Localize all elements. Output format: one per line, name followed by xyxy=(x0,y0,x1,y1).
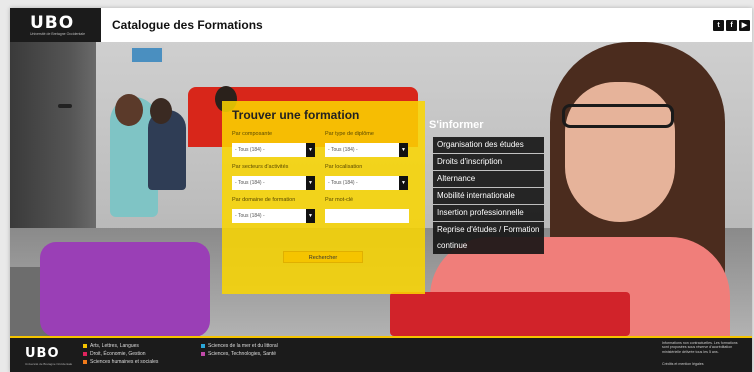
twitter-icon[interactable]: t xyxy=(713,20,724,31)
footer-category-mer[interactable]: Sciences de la mer et du littoral xyxy=(201,343,278,350)
chevron-down-icon: ▼ xyxy=(399,143,408,157)
category-color-marker xyxy=(83,343,87,348)
footer-category-arts[interactable]: Arts, Lettres, Langues xyxy=(83,343,139,350)
background-screen xyxy=(130,46,164,64)
footer-logo-subtitle: Université de Bretagne Occidentale xyxy=(25,362,73,366)
door-handle xyxy=(58,104,72,108)
chevron-down-icon: ▼ xyxy=(399,176,408,190)
background-person-head xyxy=(150,98,172,124)
type-diplome-value: - Tous (184) - xyxy=(328,147,358,153)
secteurs-label: Par secteurs d'activités xyxy=(232,164,289,170)
domaine-label: Par domaine de formation xyxy=(232,197,296,203)
footer-logo[interactable]: UBO xyxy=(25,346,60,361)
footer-category-droit[interactable]: Droit, Économie, Gestion xyxy=(83,351,146,358)
background-person-head xyxy=(115,94,143,126)
informer-item-organisation[interactable]: Organisation des études xyxy=(433,137,544,153)
site-footer: UBO Université de Bretagne Occidentale A… xyxy=(10,336,752,372)
localisation-select[interactable]: - Tous (184) - ▼ xyxy=(325,176,408,190)
site-header: UBO Université de Bretagne Occidentale C… xyxy=(10,8,752,42)
youtube-icon[interactable]: ▶ xyxy=(739,20,750,31)
informer-title: S'informer xyxy=(429,119,484,131)
type-diplome-label: Par type de diplôme xyxy=(325,131,374,137)
logo-subtitle: Université de Bretagne Occidentale xyxy=(30,32,86,36)
chevron-down-icon: ▼ xyxy=(306,143,315,157)
background-purple-seat xyxy=(40,242,210,336)
category-color-marker xyxy=(83,359,87,364)
domaine-value: - Tous (184) - xyxy=(235,213,265,219)
category-label: Sciences humaines et sociales xyxy=(90,359,159,365)
mot-cle-label: Par mot-clé xyxy=(325,197,354,203)
category-label: Sciences de la mer et du littoral xyxy=(208,343,278,349)
localisation-label: Par localisation xyxy=(325,164,363,170)
secteurs-value: - Tous (184) - xyxy=(235,180,265,186)
page-title: Catalogue des Formations xyxy=(112,18,263,32)
category-color-marker xyxy=(201,351,205,356)
search-panel: Trouver une formation Par composante - T… xyxy=(222,101,425,294)
background-person xyxy=(148,110,186,190)
informer-item-droits[interactable]: Droits d'inscription xyxy=(433,154,544,170)
category-label: Droit, Économie, Gestion xyxy=(90,351,146,357)
domaine-select[interactable]: - Tous (184) - ▼ xyxy=(232,209,315,223)
search-button[interactable]: Rechercher xyxy=(283,251,363,263)
footer-legal-link[interactable]: Crédits et mention légales xyxy=(662,362,704,366)
laptop xyxy=(390,292,630,336)
category-label: Arts, Lettres, Langues xyxy=(90,343,139,349)
facebook-icon[interactable]: f xyxy=(726,20,737,31)
composante-select[interactable]: - Tous (184) - ▼ xyxy=(232,143,315,157)
search-title: Trouver une formation xyxy=(232,108,360,122)
secteurs-select[interactable]: - Tous (184) - ▼ xyxy=(232,176,315,190)
category-color-marker xyxy=(83,351,87,356)
category-label: Sciences, Technologies, Santé xyxy=(208,351,277,357)
chevron-down-icon: ▼ xyxy=(306,176,315,190)
mot-cle-input[interactable] xyxy=(325,209,409,223)
student-glasses xyxy=(562,104,674,128)
composante-label: Par composante xyxy=(232,131,273,137)
footer-category-shs[interactable]: Sciences humaines et sociales xyxy=(83,359,158,366)
informer-item-reprise[interactable]: Reprise d'études / Formation continue xyxy=(433,222,544,254)
category-color-marker xyxy=(201,343,205,348)
logo-text: UBO xyxy=(30,13,75,33)
hero-image: Trouver une formation Par composante - T… xyxy=(10,42,752,336)
ubo-logo[interactable]: UBO Université de Bretagne Occidentale xyxy=(10,8,101,42)
type-diplome-select[interactable]: - Tous (184) - ▼ xyxy=(325,143,408,157)
informer-item-insertion[interactable]: Insertion professionnelle xyxy=(433,205,544,221)
footer-disclaimer: Informations non contractuelles. Les for… xyxy=(662,341,738,354)
footer-category-sciences[interactable]: Sciences, Technologies, Santé xyxy=(201,351,276,358)
student-face xyxy=(565,82,675,222)
localisation-value: - Tous (184) - xyxy=(328,180,358,186)
composante-value: - Tous (184) - xyxy=(235,147,265,153)
informer-item-alternance[interactable]: Alternance xyxy=(433,171,544,187)
informer-menu: Organisation des études Droits d'inscrip… xyxy=(433,137,544,255)
page: UBO Université de Bretagne Occidentale C… xyxy=(10,8,752,372)
chevron-down-icon: ▼ xyxy=(306,209,315,223)
informer-item-mobilite[interactable]: Mobilité internationale xyxy=(433,188,544,204)
